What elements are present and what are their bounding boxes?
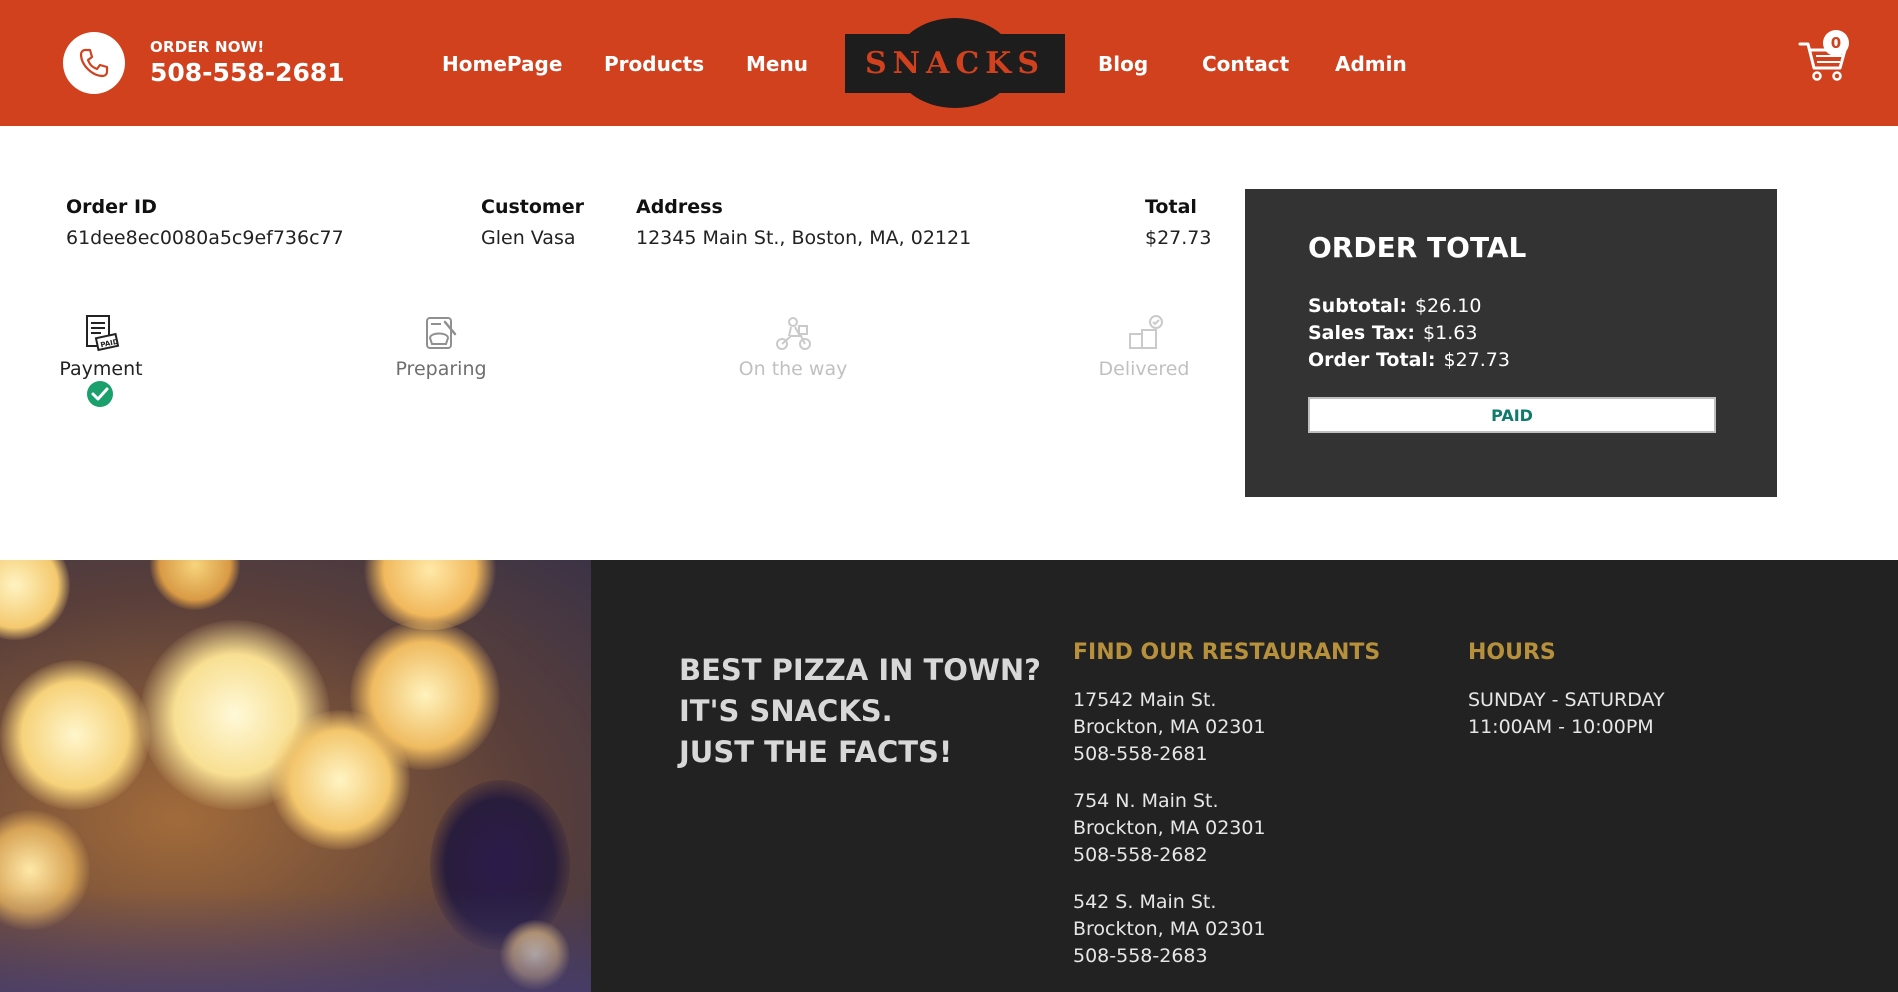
slogan-line-1: BEST PIZZA IN TOWN?	[679, 653, 1041, 687]
snacks-logo[interactable]: SNACKS	[845, 16, 1065, 110]
hours-time: 11:00AM - 10:00PM	[1468, 716, 1654, 738]
order-total-value: $27.73	[1443, 349, 1510, 371]
restaurant-1: 17542 Main St. Brockton, MA 02301 508-55…	[1073, 687, 1266, 768]
order-phone-number: 508-558-2681	[150, 58, 345, 87]
order-now-label: ORDER NOW!	[150, 38, 265, 56]
restaurant-1-phone: 508-558-2681	[1073, 743, 1208, 765]
subtotal-label: Subtotal:	[1308, 295, 1407, 317]
chef-pot-icon	[426, 317, 457, 349]
order-total-row: Order Total: $27.73	[1308, 349, 1510, 371]
status-preparing: Preparing	[371, 312, 511, 380]
nav-menu[interactable]: Menu	[746, 52, 808, 76]
footer: BEST PIZZA IN TOWN? IT'S SNACKS. JUST TH…	[0, 560, 1898, 992]
address-value: 12345 Main St., Boston, MA, 02121	[636, 227, 972, 249]
nav-products[interactable]: Products	[604, 52, 704, 76]
cart-count-badge: 0	[1823, 30, 1849, 56]
status-payment: PAID Payment	[31, 312, 171, 380]
order-total-card: ORDER TOTAL Subtotal: $26.10 Sales Tax: $1…	[1245, 189, 1777, 497]
subtotal-value: $26.10	[1414, 295, 1482, 317]
restaurant-3: 542 S. Main St. Brockton, MA 02301 508-5…	[1073, 889, 1266, 970]
delivered-box-icon	[1129, 315, 1163, 349]
footer-slogan: BEST PIZZA IN TOWN? IT'S SNACKS. JUST TH…	[679, 650, 1041, 773]
hours-info: SUNDAY - SATURDAY 11:00AM - 10:00PM	[1468, 687, 1665, 741]
footer-bokeh-image	[0, 560, 591, 992]
hours-title: HOURS	[1468, 640, 1556, 665]
total-header: Total	[1145, 196, 1197, 218]
restaurant-1-street: 17542 Main St.	[1073, 689, 1217, 711]
nav-blog[interactable]: Blog	[1098, 52, 1148, 76]
order-id-value: 61dee8ec0080a5c9ef736c77	[66, 227, 344, 249]
address-header: Address	[636, 196, 723, 218]
check-circle-icon	[87, 381, 113, 407]
customer-value: Glen Vasa	[481, 227, 576, 249]
nav-homepage[interactable]: HomePage	[442, 52, 562, 76]
status-delivered: Delivered	[1074, 312, 1214, 380]
status-on-the-way-label: On the way	[738, 358, 848, 380]
status-preparing-label: Preparing	[395, 358, 487, 380]
navbar: ORDER NOW! 508-558-2681 HomePage Product…	[0, 0, 1898, 126]
customer-header: Customer	[481, 196, 584, 218]
sales-tax-value: $1.63	[1423, 322, 1478, 344]
logo-text: SNACKS	[865, 46, 1045, 81]
order-total-label: Order Total:	[1308, 349, 1436, 371]
restaurant-2-street: 754 N. Main St.	[1073, 790, 1219, 812]
order-total-title: ORDER TOTAL	[1308, 231, 1527, 264]
restaurant-2-phone: 508-558-2682	[1073, 844, 1208, 866]
hours-days: SUNDAY - SATURDAY	[1468, 689, 1665, 711]
total-value: $27.73	[1145, 227, 1212, 249]
sales-tax-label: Sales Tax:	[1308, 322, 1416, 344]
slogan-line-3: JUST THE FACTS!	[679, 735, 953, 769]
restaurant-3-phone: 508-558-2683	[1073, 945, 1208, 967]
slogan-line-2: IT'S SNACKS.	[679, 694, 893, 728]
delivery-scooter-icon	[776, 317, 811, 350]
restaurant-3-street: 542 S. Main St.	[1073, 891, 1217, 913]
order-id-header: Order ID	[66, 196, 157, 218]
status-on-the-way: On the way	[723, 312, 863, 380]
restaurant-2: 754 N. Main St. Brockton, MA 02301 508-5…	[1073, 788, 1266, 869]
subtotal-row: Subtotal: $26.10	[1308, 295, 1481, 317]
phone-button[interactable]	[63, 32, 125, 94]
paid-receipt-icon: PAID	[86, 315, 120, 352]
status-delivered-label: Delivered	[1098, 358, 1190, 380]
nav-contact[interactable]: Contact	[1202, 52, 1289, 76]
restaurant-3-city: Brockton, MA 02301	[1073, 918, 1266, 940]
restaurant-2-city: Brockton, MA 02301	[1073, 817, 1266, 839]
restaurants-title: FIND OUR RESTAURANTS	[1073, 640, 1381, 665]
restaurant-1-city: Brockton, MA 02301	[1073, 716, 1266, 738]
status-payment-label: Payment	[59, 358, 143, 380]
nav-admin[interactable]: Admin	[1335, 52, 1407, 76]
phone-icon	[79, 48, 109, 78]
paid-button[interactable]: PAID	[1308, 397, 1716, 433]
sales-tax-row: Sales Tax: $1.63	[1308, 322, 1477, 344]
